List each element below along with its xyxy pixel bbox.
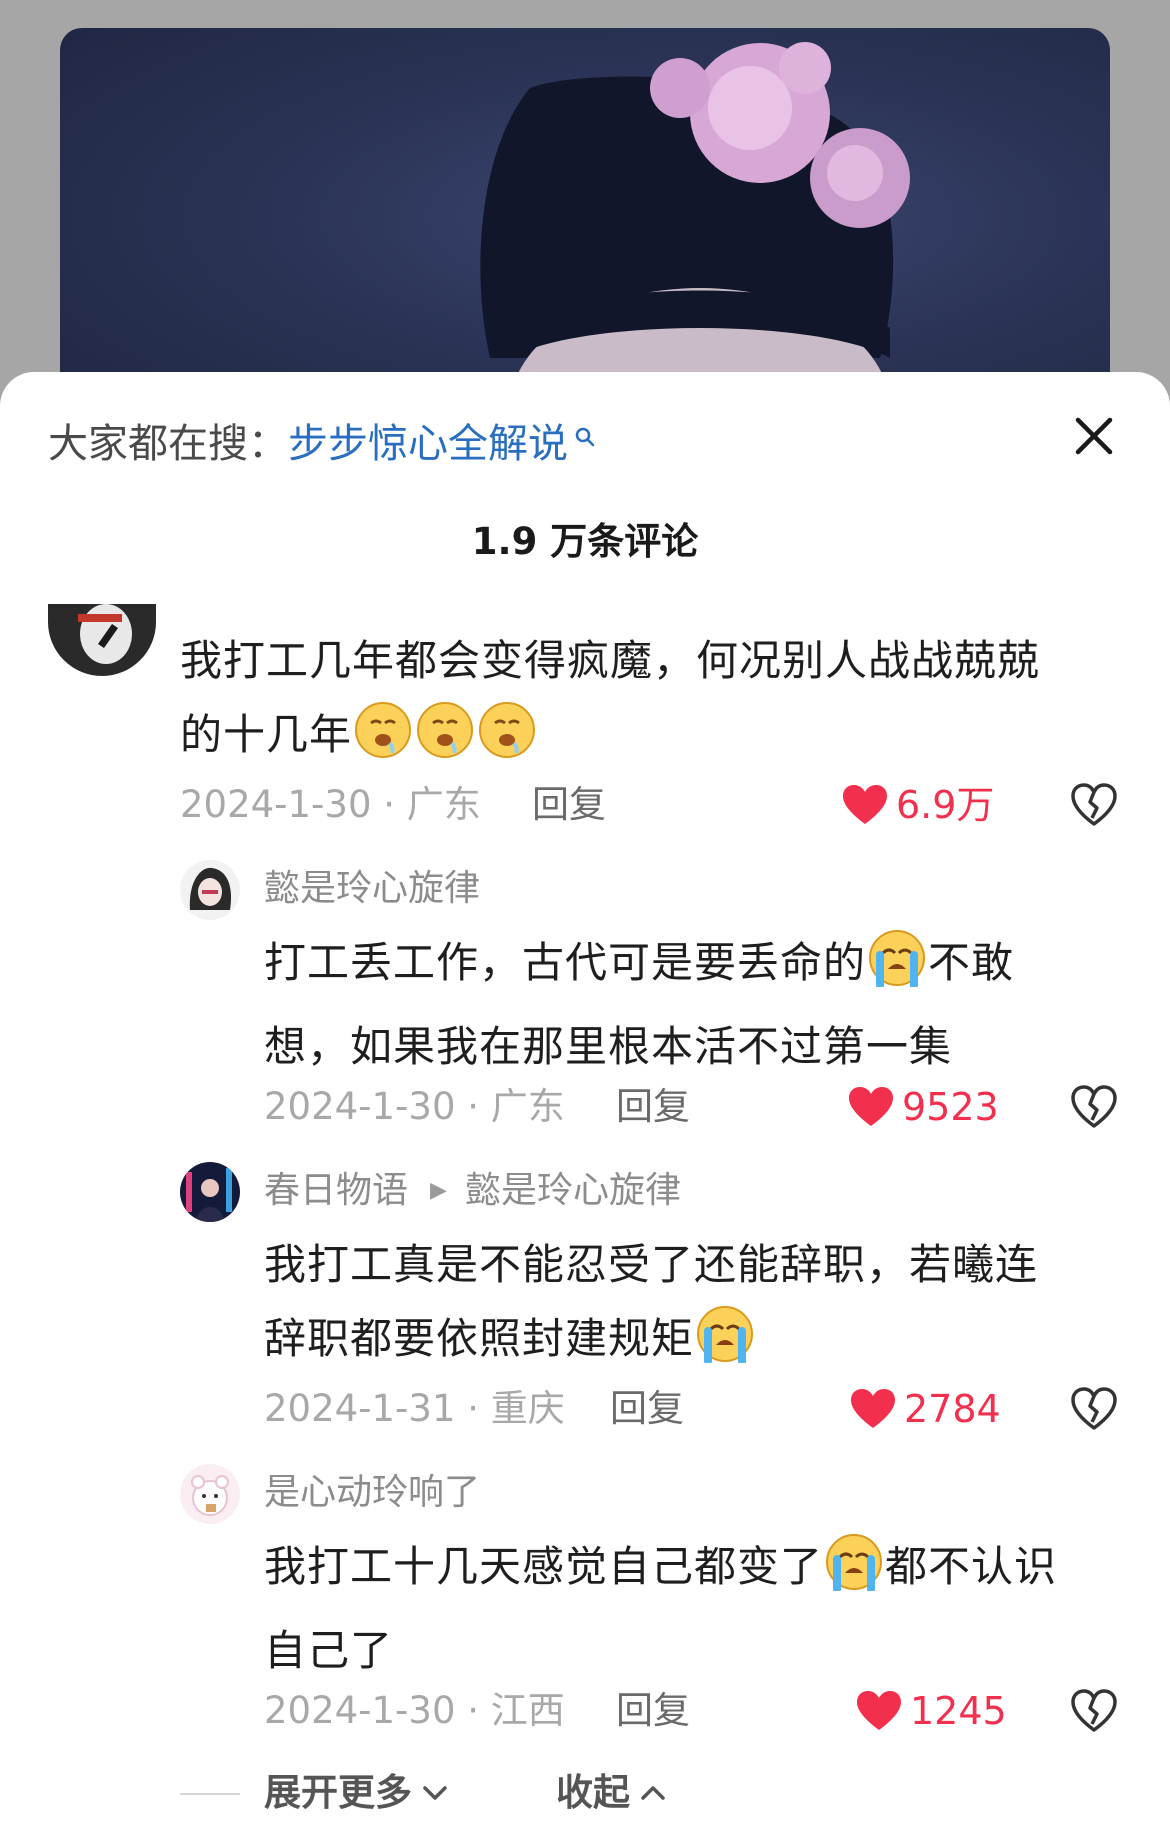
reply-text-segment: 我打工十几天感觉自己都变了 [264,1542,824,1591]
drooling-face-icon [416,701,474,782]
reply-text-line-2: 想，如果我在那里根本活不过第一集 [264,1022,953,1071]
loudly-crying-face-icon [868,929,926,1010]
heart-icon [857,1691,901,1730]
avatar[interactable] [180,1162,240,1222]
comment-text-line-2: 的十几年 [180,698,1120,782]
loudly-crying-face-icon [825,1533,883,1614]
broken-heart-icon [1071,1689,1117,1732]
like-count: 1245 [910,1689,1007,1733]
like-button[interactable]: 9523 [848,1084,999,1130]
divider [180,1793,240,1795]
reply-text-segment: 打工丢工作，古代可是要丢命的 [264,938,867,987]
reply-text-segment: 辞职都要依照封建规矩 [264,1314,695,1363]
reply-text-line: 我打工十几天感觉自己都变了 都不认识 [264,1530,1124,1614]
broken-heart-icon [1071,1387,1117,1430]
search-term-link[interactable]: 步步惊心全解说 [288,418,568,470]
like-button[interactable]: 6.9万 [842,782,994,828]
like-count: 9523 [902,1085,999,1129]
reply-text-line-2: 辞职都要依照封建规矩 [264,1302,1124,1386]
drooling-face-icon [478,701,536,782]
reply-to-author[interactable]: 懿是玲心旋律 [465,1168,681,1214]
comment-text: 我打工几年都会变得疯魔，何况别人战战兢兢 的十几年 [180,624,1120,782]
avatar[interactable] [180,860,240,920]
like-count: 2784 [904,1387,1001,1431]
comment-count-title: 1.9 万条评论 [471,520,699,563]
heart-icon [851,1389,895,1428]
chevron-down-icon [423,1786,447,1800]
reply-text: 我打工真是不能忍受了还能辞职，若曦连 辞职都要依照封建规矩 [264,1228,1124,1386]
search-prefix: 大家都在搜： [48,421,288,467]
like-button[interactable]: 1245 [856,1688,1007,1734]
reply-author[interactable]: 是心动玲响了 [264,1470,480,1516]
search-icon [574,409,596,461]
reply-date-location: 2024-1-31 · 重庆 [264,1387,565,1430]
avatar[interactable] [180,1464,240,1524]
dislike-button[interactable] [1070,1084,1118,1130]
reply-text: 打工丢工作，古代可是要丢命的 不敢 想，如果我在那里根本活不过第一集 [264,926,1124,1084]
comment-sheet: 大家都在搜： 步步惊心全解说 1.9 万条评论 我打工几年都会变得疯魔，何况别人… [0,372,1170,1845]
reply-text-segment: 不敢 [928,938,1015,987]
broken-heart-icon [1071,1085,1117,1128]
loudly-crying-face-icon [696,1305,754,1386]
comment-date-location: 2024-1-30 · 广东 [180,783,481,826]
reply-text-segment: 都不认识 [885,1542,1058,1591]
reply-text: 我打工十几天感觉自己都变了 都不认识 自己了 [264,1530,1124,1688]
comment-text-line: 我打工几年都会变得疯魔，何况别人战战兢兢 [180,636,1041,685]
reply-date-location: 2024-1-30 · 广东 [264,1085,565,1128]
collapse-label: 收起 [556,1771,630,1814]
chevron-up-icon [641,1786,665,1800]
heart-icon [849,1087,893,1126]
reply-author[interactable]: 懿是玲心旋律 [264,866,480,912]
dislike-button[interactable] [1070,1386,1118,1432]
expand-more-label: 展开更多 [264,1771,412,1814]
reply-date-location: 2024-1-30 · 江西 [264,1689,565,1732]
reply-arrow-icon: ▶ [430,1178,447,1203]
reply-author-line: 春日物语 ▶ 懿是玲心旋律 [264,1168,681,1214]
dislike-button[interactable] [1070,782,1118,828]
like-button[interactable]: 2784 [850,1386,1001,1432]
like-count: 6.9万 [896,783,995,827]
reply-button[interactable]: 回复 [532,782,606,828]
reply-button[interactable]: 回复 [616,1084,690,1130]
close-icon [1075,417,1113,455]
reply-author[interactable]: 春日物语 [264,1168,408,1214]
broken-heart-icon [1071,783,1117,826]
reply-text-line: 我打工真是不能忍受了还能辞职，若曦连 [264,1240,1039,1289]
comment-text-line-2-text: 的十几年 [180,710,353,759]
search-suggestion[interactable]: 大家都在搜： 步步惊心全解说 [48,418,596,470]
dislike-button[interactable] [1070,1688,1118,1734]
reply-text-line: 打工丢工作，古代可是要丢命的 不敢 [264,926,1124,1010]
drooling-face-icon [354,701,412,782]
avatar[interactable] [48,604,156,676]
close-button[interactable] [1066,408,1122,464]
reply-text-line-2: 自己了 [264,1626,394,1675]
expand-more-button[interactable]: 展开更多 [264,1770,448,1816]
reply-button[interactable]: 回复 [610,1386,684,1432]
reply-button[interactable]: 回复 [616,1688,690,1734]
collapse-button[interactable]: 收起 [556,1770,666,1816]
heart-icon [843,785,887,824]
